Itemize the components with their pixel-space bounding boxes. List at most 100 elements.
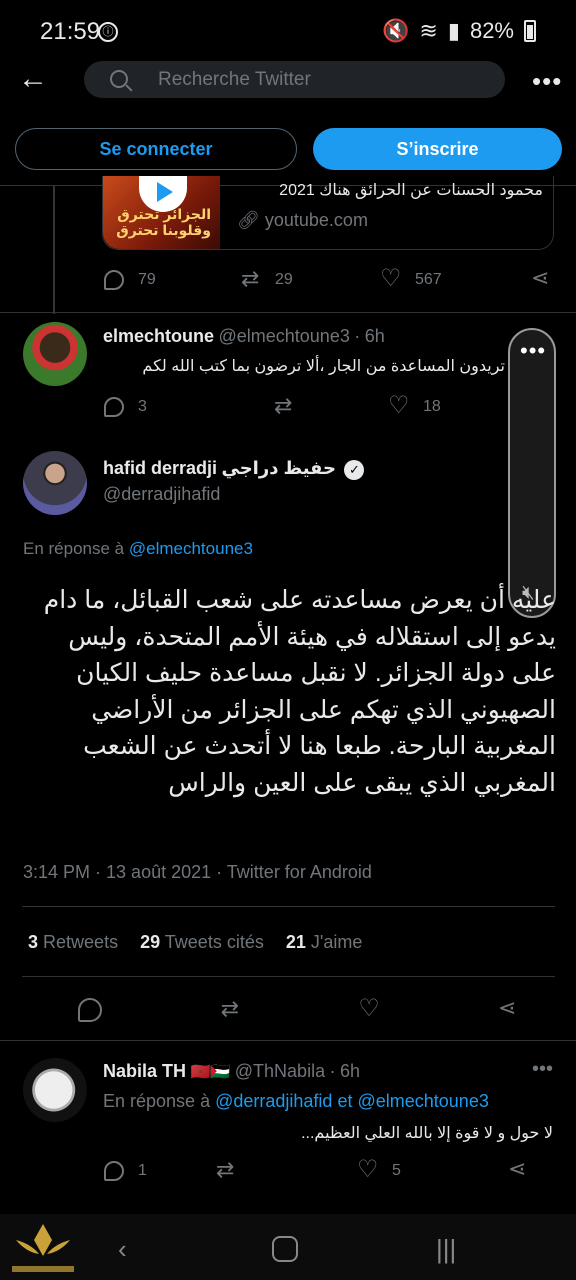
system-nav-bar: ‹ ||| bbox=[0, 1214, 576, 1280]
tweet-header: Nabila TH 🇲🇦🇵🇸 @ThNabila · 6h bbox=[103, 1061, 361, 1081]
tweet-age: 6h bbox=[339, 1061, 361, 1081]
tweet-actions bbox=[78, 994, 518, 1023]
avatar[interactable] bbox=[23, 322, 87, 386]
reply-button[interactable]: 79 bbox=[104, 270, 241, 290]
display-name[interactable]: Nabila TH bbox=[103, 1061, 186, 1081]
tweet-actions: 79 29 567 bbox=[104, 264, 556, 293]
tweet-header: hafid derradji حفيظ دراجي ✓ bbox=[103, 458, 365, 480]
mention-link[interactable]: @elmechtoune3 bbox=[357, 1091, 488, 1111]
reply-context: En réponse à @derradjihafid et @elmechto… bbox=[103, 1091, 489, 1112]
tweet-age: 6h bbox=[364, 326, 385, 346]
heart-icon[interactable] bbox=[358, 994, 380, 1023]
retweet-icon[interactable] bbox=[221, 996, 241, 1022]
heart-icon bbox=[388, 391, 410, 420]
likes-stat[interactable]: 21 J'aime bbox=[286, 932, 363, 953]
wifi-icon: ≋ bbox=[419, 18, 438, 43]
reply-icon bbox=[104, 397, 124, 417]
tweet-stats: 3 Retweets 29 Tweets cités 21 J'aime bbox=[28, 932, 362, 953]
like-button[interactable]: 567 bbox=[380, 264, 531, 293]
quotes-stat[interactable]: 29 Tweets cités bbox=[140, 932, 264, 953]
like-count: 567 bbox=[415, 271, 442, 288]
heart-icon bbox=[380, 264, 402, 293]
divider bbox=[22, 906, 555, 907]
search-icon bbox=[110, 70, 128, 88]
link-card[interactable]: الجزائر تحترق وقلوبنا تحترق محمود الحسنا… bbox=[102, 176, 554, 250]
share-button[interactable] bbox=[531, 265, 551, 291]
reply-count: 79 bbox=[138, 271, 156, 288]
retweet-button[interactable] bbox=[216, 1157, 358, 1183]
search-bar[interactable]: Recherche Twitter bbox=[84, 61, 505, 98]
reply-prefix: En réponse à bbox=[103, 1091, 211, 1111]
search-input[interactable]: Recherche Twitter bbox=[158, 69, 311, 91]
more-options-icon[interactable]: ••• bbox=[532, 66, 562, 97]
tweet-actions: 1 5 bbox=[104, 1155, 556, 1184]
reply-icon bbox=[104, 270, 124, 290]
status-icons: 🔇 ≋ ▮ 82% bbox=[382, 18, 536, 44]
display-name-arabic[interactable]: حفيظ دراجي bbox=[221, 458, 336, 478]
signup-button[interactable]: S’inscrire bbox=[313, 128, 562, 170]
user-handle[interactable]: @elmechtoune3 bbox=[218, 326, 349, 346]
share-icon[interactable] bbox=[498, 995, 518, 1021]
retweet-count: 29 bbox=[275, 271, 293, 288]
reply-icon[interactable] bbox=[78, 998, 102, 1022]
card-title: محمود الحسنات عن الحرائق هناك 2021 bbox=[279, 182, 543, 199]
tweet-metadata: 3:14 PM · 13 août 2021 · Twitter for And… bbox=[23, 862, 372, 882]
more-options-icon[interactable]: ••• bbox=[532, 1058, 553, 1081]
retweet-icon bbox=[216, 1157, 236, 1183]
tweet-actions: 3 18 bbox=[104, 391, 504, 420]
divider bbox=[0, 1040, 576, 1041]
reply-icon bbox=[104, 1161, 124, 1181]
battery-icon bbox=[524, 20, 536, 42]
retweet-button[interactable]: 29 bbox=[241, 266, 381, 292]
watermark-logo bbox=[6, 1214, 80, 1280]
back-arrow-icon[interactable]: ← bbox=[18, 62, 52, 96]
retweet-icon bbox=[274, 393, 294, 419]
divider bbox=[22, 976, 555, 977]
like-button[interactable]: 18 bbox=[388, 391, 441, 420]
mute-icon: 🔇 bbox=[382, 18, 410, 43]
like-button[interactable]: 5 bbox=[357, 1155, 508, 1184]
card-domain-text: youtube.com bbox=[264, 210, 368, 230]
share-icon bbox=[531, 265, 551, 291]
status-bar: 21:59 ⓘ 🔇 ≋ ▮ 82% bbox=[0, 0, 576, 62]
avatar[interactable] bbox=[23, 1058, 87, 1122]
like-count: 18 bbox=[423, 398, 441, 415]
reply-context: En réponse à @elmechtoune3 bbox=[23, 539, 253, 559]
display-name[interactable]: hafid derradji bbox=[103, 458, 217, 478]
avatar[interactable] bbox=[23, 451, 87, 515]
flag-icons: 🇲🇦🇵🇸 bbox=[190, 1064, 231, 1081]
back-icon[interactable]: ‹ bbox=[118, 1234, 127, 1265]
heart-icon bbox=[357, 1155, 379, 1184]
verified-icon: ✓ bbox=[344, 459, 365, 480]
thread-line bbox=[53, 186, 55, 314]
notification-icon: ⓘ bbox=[98, 22, 118, 42]
conjunction: et bbox=[337, 1091, 353, 1111]
like-count: 5 bbox=[392, 1162, 401, 1179]
more-options-icon[interactable]: ••• bbox=[520, 338, 546, 364]
user-handle[interactable]: @ThNabila bbox=[235, 1061, 325, 1081]
retweet-button[interactable] bbox=[274, 393, 389, 419]
login-button[interactable]: Se connecter bbox=[15, 128, 297, 170]
share-icon bbox=[508, 1156, 528, 1182]
user-handle[interactable]: @derradjihafid bbox=[103, 484, 220, 505]
battery-level: 82% bbox=[469, 18, 514, 43]
share-button[interactable] bbox=[508, 1156, 528, 1182]
tweet-text: لا حول و لا قوة إلا بالله العلي العظيم..… bbox=[301, 1125, 553, 1142]
floating-media-control[interactable]: ••• 🔇︎ bbox=[508, 328, 556, 618]
retweets-stat[interactable]: 3 Retweets bbox=[28, 932, 118, 953]
divider bbox=[0, 312, 576, 313]
link-icon: 🔗︎ bbox=[237, 210, 260, 230]
retweet-icon bbox=[241, 266, 261, 292]
home-icon[interactable] bbox=[272, 1236, 298, 1262]
reply-button[interactable]: 3 bbox=[104, 397, 274, 417]
display-name[interactable]: elmechtoune bbox=[103, 326, 214, 346]
mention-link[interactable]: @elmechtoune3 bbox=[129, 539, 253, 558]
recents-icon[interactable]: ||| bbox=[436, 1234, 456, 1265]
mention-link[interactable]: @derradjihafid bbox=[215, 1091, 332, 1111]
card-domain: 🔗︎ youtube.com bbox=[237, 210, 368, 231]
tweet-header: elmechtoune @elmechtoune3 · 6h bbox=[103, 326, 385, 346]
reply-count: 1 bbox=[138, 1162, 147, 1179]
tweet-text: تريدون المساعدة من الجار ،ألا ترضون بما … bbox=[142, 358, 505, 375]
tweet-text: عليه أن يعرض مساعدته على شعب القبائل، ما… bbox=[43, 586, 556, 797]
reply-button[interactable]: 1 bbox=[104, 1161, 216, 1181]
